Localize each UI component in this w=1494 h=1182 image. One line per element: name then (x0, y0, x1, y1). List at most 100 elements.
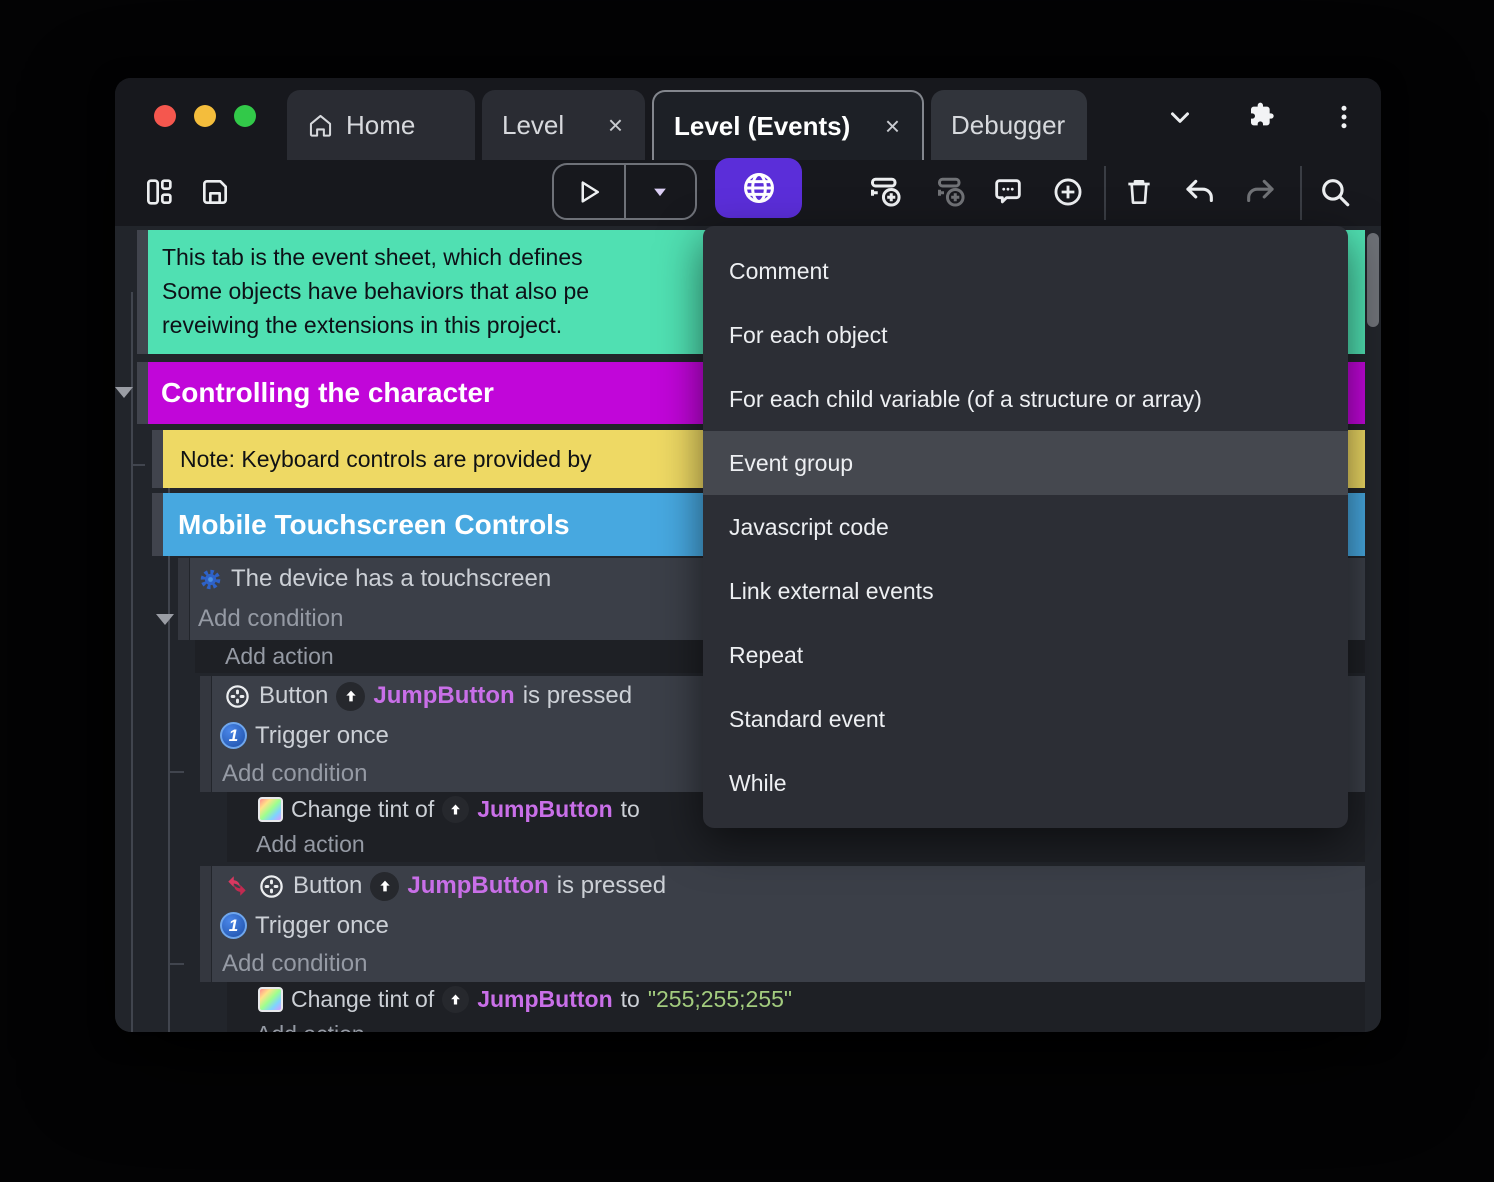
project-manager-icon[interactable] (136, 169, 182, 215)
menu-item-standard-event[interactable]: Standard event (703, 687, 1348, 751)
action-text: Change tint of (291, 986, 435, 1012)
menu-item-link-external-events[interactable]: Link external events (703, 559, 1348, 623)
condition-text: Trigger once (255, 721, 389, 749)
play-preview-button[interactable] (554, 165, 624, 218)
add-condition-link[interactable]: Add condition (212, 945, 1365, 982)
action-text: Change tint of (291, 796, 435, 822)
object-thumbnail-arrow-icon (442, 986, 470, 1013)
menu-item-for-each-object[interactable]: For each object (703, 303, 1348, 367)
invert-condition-icon (224, 873, 250, 899)
menu-item-javascript-code[interactable]: Javascript code (703, 495, 1348, 559)
tint-color-icon (258, 987, 283, 1012)
group-title: Mobile Touchscreen Controls (178, 508, 570, 540)
preview-options-dropdown[interactable] (626, 165, 696, 218)
vertical-scrollbar-thumb[interactable] (1367, 233, 1379, 327)
preview-button-group (552, 163, 697, 220)
object-name: JumpButton (373, 682, 515, 709)
tab-level[interactable]: Level × (482, 90, 645, 160)
add-action-link[interactable]: Add action (227, 827, 1365, 862)
search-icon[interactable] (1312, 169, 1358, 215)
tab-level-events[interactable]: Level (Events) × (652, 90, 924, 160)
tree-guide-stub (168, 963, 184, 965)
action-suffix: to (620, 986, 640, 1012)
gear-icon (198, 567, 223, 592)
trigger-once-icon: 1 (220, 912, 247, 939)
add-event-context-menu: Comment For each object For each child v… (703, 226, 1348, 828)
row-drag-handle[interactable] (152, 430, 163, 488)
traffic-minimize-button[interactable] (194, 105, 216, 127)
add-event-icon[interactable] (863, 169, 909, 215)
chevron-down-icon[interactable] (1158, 95, 1202, 139)
menu-item-comment[interactable]: Comment (703, 239, 1348, 303)
tab-label: Level (Events) (674, 110, 851, 141)
add-action-link[interactable]: Add action (227, 1017, 1365, 1032)
object-thumbnail-arrow-icon (442, 796, 470, 823)
kebab-menu-icon[interactable] (1322, 95, 1366, 139)
object-name: JumpButton (477, 986, 613, 1012)
action-row[interactable]: Add action (227, 1017, 1365, 1032)
redo-icon[interactable] (1237, 169, 1283, 215)
object-name: JumpButton (407, 872, 549, 899)
circle-plus-icon[interactable] (1045, 169, 1091, 215)
collapse-arrow-icon[interactable] (156, 614, 174, 625)
traffic-close-button[interactable] (154, 105, 176, 127)
gamepad-button-icon (224, 683, 251, 710)
extensions-puzzle-icon[interactable] (1241, 94, 1285, 138)
note-text: Note: Keyboard controls are provided by (180, 445, 592, 472)
tab-home[interactable]: Home (287, 90, 475, 160)
home-icon (307, 112, 334, 139)
toolbar (115, 158, 1381, 226)
menu-item-for-each-child-variable[interactable]: For each child variable (of a structure … (703, 367, 1348, 431)
tab-label: Level (502, 109, 565, 140)
condition-text: Button (293, 872, 363, 899)
group-title: Controlling the character (161, 377, 494, 408)
object-name: JumpButton (477, 796, 613, 822)
menu-item-while[interactable]: While (703, 751, 1348, 815)
add-event-globe-button[interactable] (715, 158, 802, 218)
tree-guide-line (131, 292, 133, 1032)
tab-label: Home (346, 109, 416, 140)
condition-suffix: is pressed (522, 682, 633, 709)
titlebar: Home Level × Level (Events) × Debugger (115, 78, 1381, 160)
action-suffix: to (620, 796, 640, 822)
app-window: Home Level × Level (Events) × Debugger T… (115, 78, 1381, 1032)
tab-debugger[interactable]: Debugger (931, 90, 1087, 160)
gamepad-button-icon (258, 873, 285, 900)
add-comment-icon[interactable] (985, 169, 1031, 215)
row-drag-handle[interactable] (152, 493, 163, 556)
condition-text: Trigger once (255, 911, 389, 939)
condition-suffix: is pressed (556, 872, 667, 899)
action-row[interactable]: Change tint of JumpButton to "255;255;25… (227, 982, 1365, 1017)
undo-icon[interactable] (1177, 169, 1223, 215)
action-string-value: "255;255;255" (647, 986, 793, 1012)
toolbar-divider (1104, 166, 1106, 220)
condition-text: Button (259, 682, 329, 709)
globe-icon (740, 169, 778, 207)
tab-label: Debugger (951, 109, 1066, 140)
close-tab-icon[interactable]: × (883, 111, 902, 142)
row-drag-handle[interactable] (200, 676, 211, 792)
screenshot-stage: Home Level × Level (Events) × Debugger T… (0, 0, 1494, 1182)
menu-item-event-group[interactable]: Event group (703, 431, 1348, 495)
close-tab-icon[interactable]: × (606, 110, 625, 141)
save-icon[interactable] (192, 169, 238, 215)
subevent-conditions[interactable]: Button JumpButton is pressed 1 Trigger o… (212, 866, 1365, 982)
trigger-once-icon: 1 (220, 722, 247, 749)
tree-guide-stub (131, 464, 145, 466)
delete-trash-icon[interactable] (1116, 169, 1162, 215)
collapse-arrow-icon[interactable] (115, 387, 133, 398)
tree-guide-stub (168, 771, 184, 773)
action-row[interactable]: Add action (227, 827, 1365, 862)
traffic-zoom-button[interactable] (234, 105, 256, 127)
toolbar-divider (1300, 166, 1302, 220)
row-drag-handle[interactable] (178, 558, 189, 640)
menu-item-repeat[interactable]: Repeat (703, 623, 1348, 687)
row-drag-handle[interactable] (137, 362, 148, 424)
object-thumbnail-arrow-icon (336, 681, 366, 711)
row-drag-handle[interactable] (200, 866, 211, 982)
add-subevent-icon[interactable] (927, 169, 973, 215)
row-drag-handle[interactable] (137, 230, 148, 354)
object-thumbnail-arrow-icon (370, 871, 400, 901)
tint-color-icon (258, 797, 283, 822)
condition-text: The device has a touchscreen (231, 565, 552, 592)
